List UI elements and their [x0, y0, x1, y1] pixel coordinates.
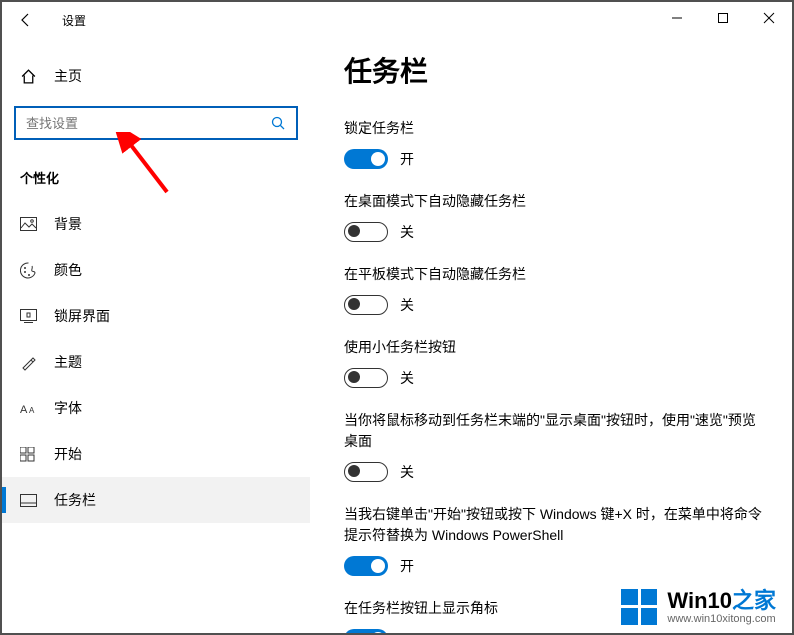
sidebar-item-label: 开始	[54, 444, 82, 464]
sidebar-item-label: 颜色	[54, 260, 82, 280]
setting-label: 当我右键单击"开始"按钮或按下 Windows 键+X 时，在菜单中将命令提示符…	[344, 504, 764, 546]
category-header: 个性化	[20, 168, 310, 187]
sidebar-item-themes[interactable]: 主题	[2, 339, 310, 385]
toggle-text: 开	[400, 149, 414, 169]
home-button[interactable]: 主页	[2, 56, 310, 96]
search-input-box[interactable]	[14, 106, 298, 140]
toggle-autohide-desktop[interactable]	[344, 222, 388, 242]
sidebar-item-lockscreen[interactable]: 锁屏界面	[2, 293, 310, 339]
sidebar-item-label: 任务栏	[54, 490, 96, 510]
toggle-text: 关	[400, 462, 414, 482]
setting-label: 在桌面模式下自动隐藏任务栏	[344, 191, 764, 212]
sidebar-item-label: 锁屏界面	[54, 306, 110, 326]
sidebar-item-colors[interactable]: 颜色	[2, 247, 310, 293]
toggle-lock-taskbar[interactable]	[344, 149, 388, 169]
close-button[interactable]	[746, 2, 792, 34]
sidebar-item-label: 主题	[54, 352, 82, 372]
sidebar: 主页 个性化 背景 颜色 锁屏界面 主题 AA 字体	[2, 38, 310, 633]
toggle-text: 关	[400, 295, 414, 315]
start-icon	[20, 447, 40, 462]
sidebar-item-start[interactable]: 开始	[2, 431, 310, 477]
minimize-button[interactable]	[654, 2, 700, 34]
lockscreen-icon	[20, 309, 40, 323]
toggle-autohide-tablet[interactable]	[344, 295, 388, 315]
toggle-badges[interactable]	[344, 629, 388, 633]
page-title: 任务栏	[344, 50, 764, 90]
content-area: 任务栏 锁定任务栏 开 在桌面模式下自动隐藏任务栏 关 在平板模式下自动隐藏任务…	[310, 38, 792, 633]
windows-logo-icon	[621, 589, 657, 625]
sidebar-item-fonts[interactable]: AA 字体	[2, 385, 310, 431]
font-icon: AA	[20, 401, 40, 415]
search-icon	[270, 115, 286, 131]
watermark-url: www.win10xitong.com	[667, 613, 776, 625]
sidebar-item-background[interactable]: 背景	[2, 201, 310, 247]
setting-label: 使用小任务栏按钮	[344, 337, 764, 358]
toggle-text: 关	[400, 222, 414, 242]
toggle-text: 开	[400, 629, 414, 633]
toggle-powershell[interactable]	[344, 556, 388, 576]
svg-text:A: A	[20, 404, 28, 415]
toggle-text: 开	[400, 556, 414, 576]
theme-icon	[20, 354, 40, 371]
search-input[interactable]	[26, 116, 270, 131]
watermark: Win10之家 www.win10xitong.com	[621, 589, 776, 625]
sidebar-item-label: 字体	[54, 398, 82, 418]
sidebar-item-taskbar[interactable]: 任务栏	[2, 477, 310, 523]
palette-icon	[20, 262, 40, 279]
home-label: 主页	[54, 66, 82, 86]
setting-label: 锁定任务栏	[344, 118, 764, 139]
picture-icon	[20, 217, 40, 231]
home-icon	[20, 68, 40, 85]
toggle-text: 关	[400, 368, 414, 388]
sidebar-item-label: 背景	[54, 214, 82, 234]
toggle-peek[interactable]	[344, 462, 388, 482]
window-title: 设置	[62, 12, 86, 29]
maximize-button[interactable]	[700, 2, 746, 34]
back-button[interactable]	[10, 4, 42, 36]
watermark-brand: Win10之家	[667, 589, 776, 613]
svg-text:A: A	[29, 406, 35, 415]
setting-label: 当你将鼠标移动到任务栏末端的"显示桌面"按钮时，使用"速览"预览桌面	[344, 410, 764, 452]
setting-label: 在平板模式下自动隐藏任务栏	[344, 264, 764, 285]
toggle-small-buttons[interactable]	[344, 368, 388, 388]
taskbar-icon	[20, 494, 40, 507]
